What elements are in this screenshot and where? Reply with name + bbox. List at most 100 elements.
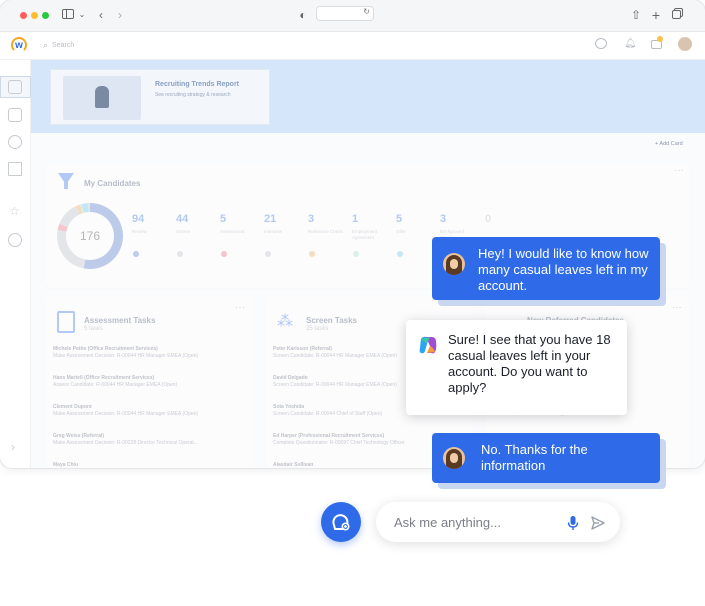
bot-message-text: Sure! I see that you have 18 casual leav… [448, 332, 611, 395]
workday-logo[interactable]: w [11, 37, 27, 53]
task-detail: Screen Candidate: R-00044 Chief of Staff… [273, 411, 383, 417]
tab-overview-icon[interactable] [669, 7, 685, 23]
task-list-item[interactable]: Hans Martell (Office Recruitment Service… [53, 375, 245, 389]
maximize-window-button[interactable] [42, 12, 49, 19]
minimize-window-button[interactable] [31, 12, 38, 19]
screen-tasks-count: 35 tasks [306, 326, 329, 332]
avatar-face [450, 259, 458, 269]
task-candidate-name: Hans Martell (Office Recruitment Service… [53, 375, 155, 381]
stat-value: 3 [440, 213, 447, 225]
network-icon: ⁂ [277, 313, 293, 330]
microphone-icon[interactable] [566, 515, 580, 531]
task-list-item[interactable]: Greg Weiss (Referral) Make Assessment Dec… [53, 433, 245, 447]
share-icon[interactable]: ⇧ [628, 7, 644, 23]
task-candidate-name: Maya Chiu [53, 462, 79, 468]
stat-dot [353, 251, 359, 257]
task-detail: Screen Candidate: R-00044 HR Manager EME… [273, 353, 397, 359]
presenter-figure [95, 86, 109, 108]
task-candidate-name: Alasdair Sullivan [273, 462, 314, 468]
nav-settings-icon[interactable] [8, 233, 22, 247]
card-menu-icon[interactable]: ··· [235, 302, 245, 313]
screen-tasks-title: Screen Tasks [306, 316, 357, 325]
nav-documents-icon[interactable] [8, 108, 22, 122]
avatar-face [450, 453, 458, 463]
nav-star-icon[interactable]: ☆ [9, 204, 20, 218]
recruiting-report-card[interactable]: Recruiting Trends Report See recruiting … [50, 69, 270, 125]
bell-icon[interactable]: 🔔︎ [624, 38, 637, 49]
left-nav: ☆ › [0, 60, 31, 468]
address-bar[interactable]: ↻ [316, 6, 374, 21]
user-message-2-text: No. Thanks for the information [481, 442, 588, 473]
search-icon: ⌕ [43, 39, 49, 50]
report-title: Recruiting Trends Report [155, 81, 240, 88]
task-candidate-name: Peter Karlsson (Referral) [273, 346, 332, 352]
global-search[interactable]: ⌕ Search [43, 37, 74, 53]
user-message-2: No. Thanks for the information [432, 433, 660, 483]
assessment-tasks-count: 5 tasks [84, 326, 104, 332]
search-placeholder: Search [52, 41, 75, 49]
chat-input-box [376, 502, 620, 542]
stat-label: Reference Check [308, 229, 343, 234]
reload-icon[interactable]: ↻ [363, 7, 370, 16]
browser-titlebar: ⌄ ‹ › ◐ ↻ ⇧ + [0, 0, 705, 32]
task-list-item[interactable]: Maya Chiu [53, 462, 245, 468]
stat-value: 0 [485, 213, 492, 225]
new-tab-icon[interactable]: + [648, 7, 664, 23]
task-candidate-name: Michele Pettie (Office Recruitment Servi… [53, 346, 158, 352]
task-list-item[interactable]: Michele Pettie (Office Recruitment Servi… [53, 346, 245, 360]
chat-assistant-icon [332, 514, 350, 531]
stat-dot [177, 251, 183, 257]
chevron-down-icon[interactable]: ⌄ [74, 7, 90, 23]
report-subtitle: See recruiting strategy & research [155, 92, 231, 98]
clipboard-icon [57, 311, 75, 333]
card-menu-icon[interactable]: ··· [674, 165, 684, 176]
task-candidate-name: Sota Yoshida [273, 404, 305, 410]
assistant-button[interactable] [321, 502, 361, 542]
stat-label: Offer [396, 229, 406, 234]
chat-icon[interactable] [595, 38, 607, 49]
card-menu-icon[interactable]: ··· [672, 302, 682, 313]
stat-value: 3 [308, 213, 315, 225]
stat-dot [265, 251, 271, 257]
notification-badge [657, 36, 663, 42]
forward-icon[interactable]: › [112, 7, 128, 23]
candidates-total: 176 [79, 229, 101, 243]
task-candidate-name: Greg Weiss (Referral) [53, 433, 105, 439]
stat-value: 21 [264, 213, 277, 225]
stat-dot [309, 251, 315, 257]
expand-nav-icon[interactable]: › [11, 440, 15, 454]
stat-label: Screen [176, 229, 191, 234]
bot-message: Sure! I see that you have 18 casual leav… [406, 320, 627, 415]
nav-home-icon[interactable] [8, 80, 22, 94]
stat-value: 44 [176, 213, 189, 225]
stat-value: 94 [132, 213, 145, 225]
stat-value: 5 [220, 213, 227, 225]
stat-label: Assessment [220, 229, 245, 234]
task-candidate-name: David Delgado [273, 375, 308, 381]
stat-label: Review [132, 229, 147, 234]
stat-value: 1 [352, 213, 359, 225]
assessment-tasks-card: Assessment Tasks 5 tasks ··· Michele Pet… [45, 296, 253, 468]
stat-value: 5 [396, 213, 403, 225]
task-detail: Make Assessment Decision: R-00044 HR Man… [53, 353, 199, 359]
user-avatar[interactable] [678, 37, 692, 51]
funnel-icon [58, 173, 74, 189]
assessment-tasks-title: Assessment Tasks [84, 316, 156, 325]
copilot-logo-icon [417, 334, 439, 356]
chat-input[interactable] [394, 513, 554, 531]
stat-dot [221, 251, 227, 257]
send-icon[interactable] [590, 515, 606, 531]
add-card-link[interactable]: + Add Card [655, 141, 683, 147]
candidates-donut: 176 [57, 203, 123, 269]
nav-chart-icon[interactable] [8, 162, 22, 176]
nav-search-icon[interactable] [8, 135, 22, 149]
back-icon[interactable]: ‹ [93, 7, 109, 23]
report-thumbnail [63, 76, 141, 120]
close-window-button[interactable] [20, 12, 27, 19]
user-message-1: Hey! I would like to know how many casua… [432, 237, 660, 300]
task-list-item[interactable]: Clement Dupont Make Assessment Decision: … [53, 404, 245, 418]
stat-label: Interview [264, 229, 283, 234]
user-avatar-icon [443, 447, 465, 469]
stat-dot [133, 251, 139, 257]
task-detail: Complete Questionnaire: R-00097 Chief Te… [273, 440, 405, 446]
